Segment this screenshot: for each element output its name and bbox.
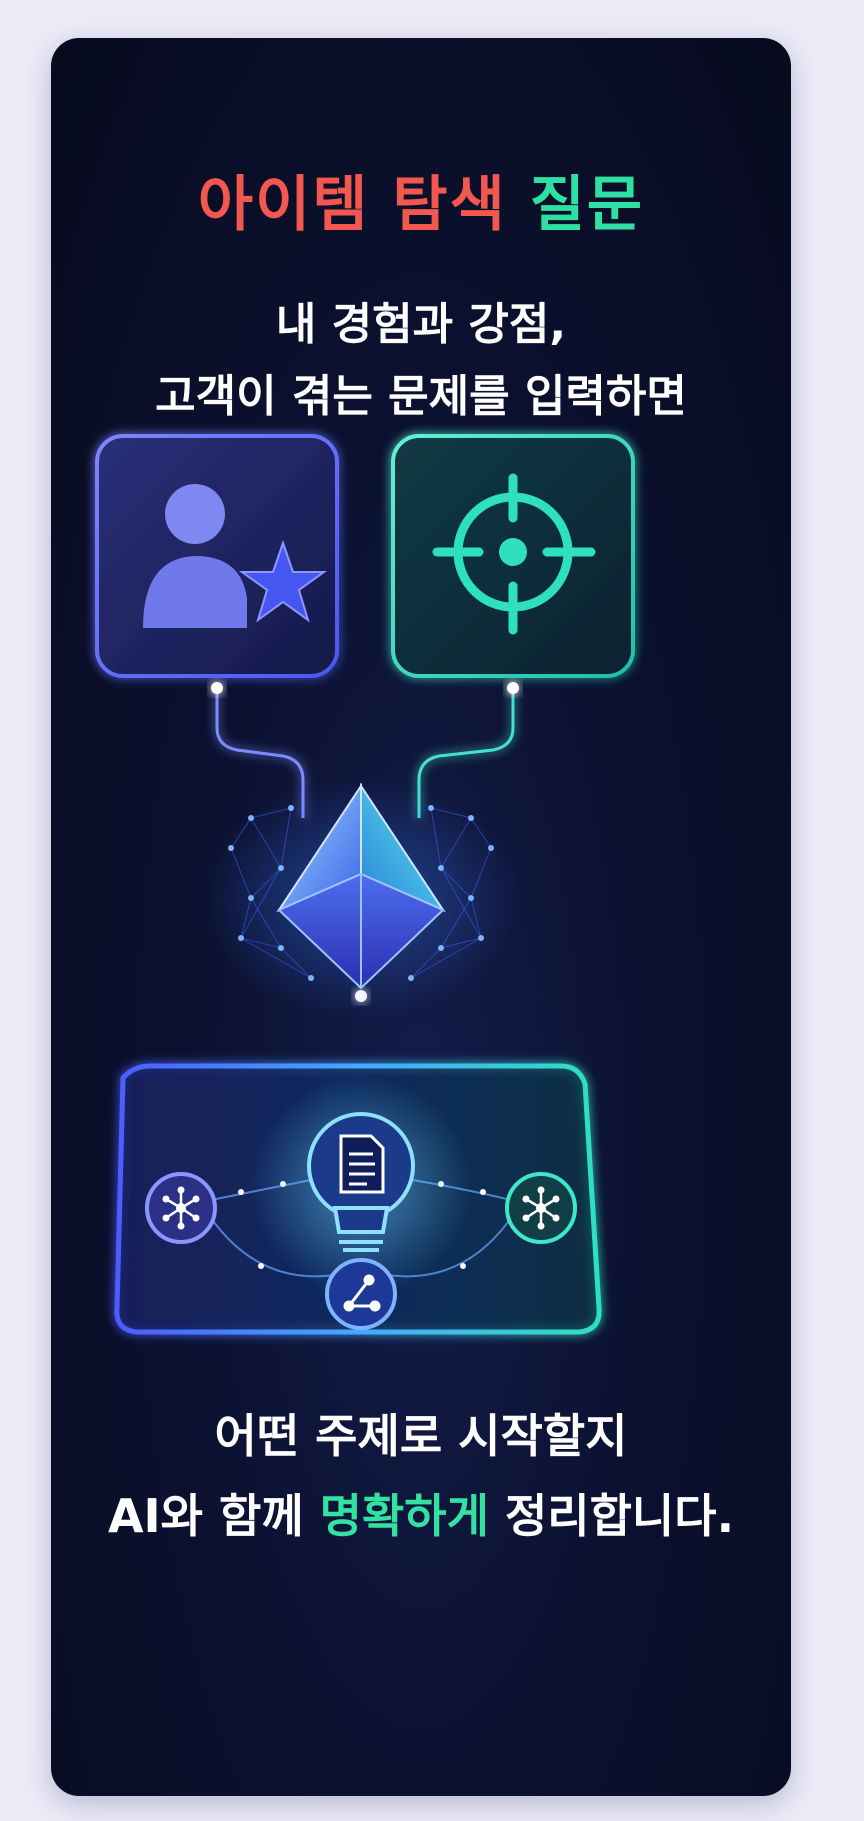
footer-highlight: 명확하게 [319, 1489, 489, 1543]
ai-result-panel [114, 1063, 602, 1335]
crystal-pyramid-icon [201, 778, 521, 1018]
share-node-icon [325, 1258, 397, 1330]
connector-dot-left [211, 682, 223, 694]
info-card: 아이템 탐색 질문 내 경험과 강점, 고객이 겪는 문제를 입력하면 어떤 주… [51, 38, 791, 1796]
network-node-icon [145, 1172, 217, 1244]
footer-line-1: 어떤 주제로 시작할지 [214, 1409, 628, 1463]
network-node-icon [505, 1172, 577, 1244]
footer-line-2: AI와 함께 명확하게 정리합니다. [51, 1480, 791, 1546]
customer-problem-box [391, 434, 635, 678]
experience-strength-box [95, 434, 339, 678]
footer-suffix: 정리합니다. [488, 1489, 735, 1543]
connector-dot-right [507, 682, 519, 694]
footer-prefix: AI와 함께 [107, 1489, 320, 1543]
